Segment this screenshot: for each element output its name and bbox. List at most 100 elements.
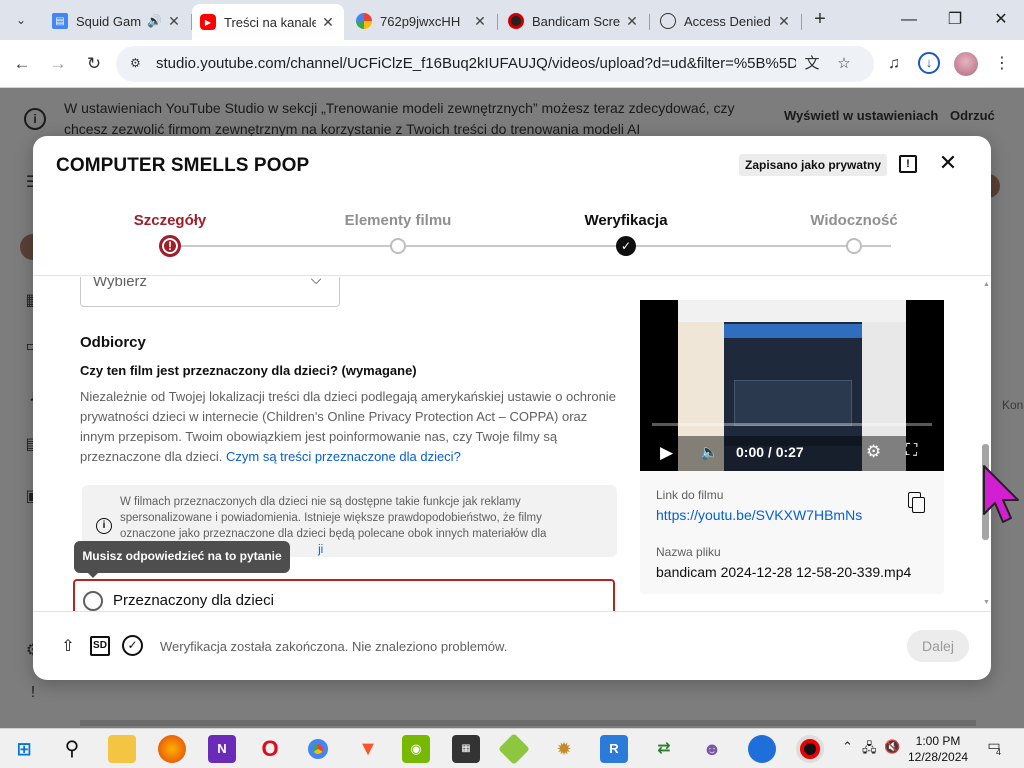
remote-icon[interactable]: R (600, 735, 628, 763)
report-issue-icon[interactable]: ! (899, 155, 917, 173)
reload-icon[interactable]: ↻ (82, 52, 106, 76)
scroll-up-arrow-icon[interactable]: ▲ (983, 281, 990, 288)
bandicam-icon[interactable] (796, 735, 824, 763)
game-icon[interactable]: ✹ (550, 735, 578, 763)
photos-favicon-icon (356, 13, 372, 29)
windows-taskbar: ⊞ ⚲ N O ▼ ◉ ▦ ✹ R ⇄ ☻ ⌃ 🖧 🔇 1:00 PM 12/2… (0, 728, 1024, 768)
tab-close-icon[interactable]: ✕ (320, 14, 336, 31)
made-for-kids-help-link[interactable]: Czym są treści przeznaczone dla dzieci? (226, 449, 461, 464)
chrome-icon[interactable] (304, 735, 332, 763)
search-icon[interactable]: ⚲ (58, 735, 86, 763)
scroll-down-arrow-icon[interactable]: ▼ (983, 599, 990, 606)
playlist-select[interactable]: Wybierz ⌵ (80, 277, 340, 307)
notification-count: 4 (996, 747, 1002, 757)
notification-icon[interactable]: ▭ 4 (982, 737, 1006, 761)
made-for-kids-radio-label[interactable]: Przeznaczony dla dzieci (113, 592, 274, 609)
dialog-close-icon[interactable]: ✕ (937, 152, 959, 174)
profile-avatar[interactable] (954, 52, 978, 76)
gear-icon[interactable]: ⚙ (866, 442, 888, 464)
app-icon[interactable] (498, 733, 530, 765)
forward-arrow-icon[interactable]: → (46, 52, 70, 76)
calculator-icon[interactable]: ▦ (452, 735, 480, 763)
tab-close-icon[interactable]: ✕ (472, 13, 488, 30)
select-value: Wybierz (93, 277, 148, 290)
windows-start-icon[interactable]: ⊞ (10, 735, 38, 763)
step-visibility[interactable]: Widoczność (774, 212, 934, 229)
made-for-kids-radio[interactable] (83, 591, 103, 611)
tab-youtube-studio[interactable]: ▶ Treści na kanale ✕ (192, 4, 344, 40)
tab-close-icon[interactable]: ✕ (776, 13, 792, 30)
onenote-icon[interactable]: N (208, 735, 236, 763)
tab-close-icon[interactable]: ✕ (624, 13, 640, 30)
brave-icon[interactable]: ▼ (354, 735, 382, 763)
fullscreen-icon[interactable]: ⛶ (906, 442, 926, 464)
network-app-icon[interactable]: ⇄ (650, 735, 678, 763)
minimize-icon[interactable]: — (886, 6, 932, 34)
new-tab-plus-icon[interactable]: + (810, 8, 830, 32)
tab-separator (497, 14, 498, 30)
audience-section-title: Odbiorcy (80, 334, 146, 351)
saved-status-badge: Zapisano jako prywatny (739, 154, 888, 176)
mouse-cursor-icon (983, 465, 1019, 523)
window-close-icon[interactable]: ✕ (978, 6, 1024, 34)
tab-close-icon[interactable]: ✕ (166, 13, 182, 30)
browser-toolbar: ← → ↻ ⚙ studio.youtube.com/channel/UCFiC… (0, 40, 1024, 88)
copy-icon[interactable] (906, 492, 928, 516)
kebab-menu-icon[interactable]: ⋮ (990, 52, 1014, 76)
chevron-down-icon: ⌵ (310, 277, 322, 287)
back-arrow-icon[interactable]: ← (10, 52, 34, 76)
sd-icon: SD (90, 636, 110, 656)
step-checks[interactable]: Weryfikacja (546, 212, 706, 229)
feedback-icon[interactable]: ! (22, 684, 44, 706)
restore-icon[interactable]: ❐ (932, 6, 978, 34)
dialog-title: COMPUTER SMELLS POOP (56, 155, 310, 176)
step-dot-video-elements[interactable] (390, 238, 406, 254)
network-icon[interactable]: 🖧 (862, 739, 877, 761)
upload-dialog: COMPUTER SMELLS POOP Zapisano jako prywa… (33, 136, 991, 680)
thumbnail-app-toolbar (724, 324, 862, 338)
tab-access-denied[interactable]: Access Denied ✕ (652, 6, 800, 36)
speaker-icon[interactable]: 🔊 (147, 14, 162, 28)
next-button[interactable]: Dalej (907, 630, 969, 662)
video-progress-bar[interactable] (652, 423, 932, 426)
volume-icon[interactable]: 🔈 (700, 443, 722, 463)
opera-icon[interactable]: O (256, 735, 284, 763)
filename-label: Nazwa pliku (656, 545, 721, 559)
ghost-app-icon[interactable]: ☻ (698, 735, 726, 763)
translate-icon[interactable]: 文 (802, 54, 822, 74)
address-bar[interactable]: ⚙ studio.youtube.com/channel/UCFiClzE_f1… (116, 46, 874, 82)
shield-app-icon[interactable] (748, 735, 776, 763)
show-in-settings-button[interactable]: Wyświetl w ustawieniach (784, 108, 938, 123)
tab-image[interactable]: 762p9jwxcHH ✕ (348, 6, 496, 36)
dialog-footer: ⇧ SD ✓ Weryfikacja została zakończona. N… (33, 611, 991, 680)
kids-info-link[interactable]: ji (318, 544, 323, 556)
file-explorer-icon[interactable] (108, 735, 136, 763)
video-player[interactable]: ▶ 🔈 0:00 / 0:27 ⚙ ⛶ (640, 300, 944, 471)
play-icon[interactable]: ▶ (660, 443, 676, 463)
step-checkmark-icon[interactable]: ✓ (616, 236, 636, 256)
firefox-icon[interactable] (158, 735, 186, 763)
tab-squid-game[interactable]: ▤ Squid Gam 🔊 ✕ (44, 6, 190, 36)
url-text[interactable]: studio.youtube.com/channel/UCFiClzE_f16B… (156, 55, 796, 72)
bookmark-star-icon[interactable]: ☆ (834, 54, 854, 74)
tab-bandicam[interactable]: Bandicam Scre ✕ (500, 6, 648, 36)
tab-search-chevron-icon[interactable]: ⌄ (8, 8, 34, 32)
volume-muted-icon[interactable]: 🔇 (884, 739, 900, 755)
download-icon[interactable]: ↓ (918, 52, 940, 74)
info-icon: i (24, 108, 46, 130)
required-answer-tooltip: Musisz odpowiedzieć na to pytanie (74, 541, 290, 573)
docs-favicon-icon: ▤ (52, 13, 68, 29)
tray-chevron-icon[interactable]: ⌃ (842, 739, 853, 755)
step-details[interactable]: Szczegóły (90, 212, 250, 229)
dismiss-button[interactable]: Odrzuć (950, 108, 995, 123)
background-column-label: Kon (1002, 398, 1024, 412)
step-dot-visibility[interactable] (846, 238, 862, 254)
nvidia-icon[interactable]: ◉ (402, 735, 430, 763)
step-error-icon[interactable]: ! (159, 235, 181, 257)
video-link[interactable]: https://youtu.be/SVKXW7HBmNs (656, 507, 862, 523)
media-controls-icon[interactable]: ♫ (882, 52, 906, 76)
site-settings-icon[interactable]: ⚙ (130, 56, 148, 72)
step-video-elements[interactable]: Elementy filmu (318, 212, 478, 229)
clock-time: 1:00 PM (915, 734, 961, 748)
system-clock[interactable]: 1:00 PM 12/28/2024 (908, 733, 968, 765)
